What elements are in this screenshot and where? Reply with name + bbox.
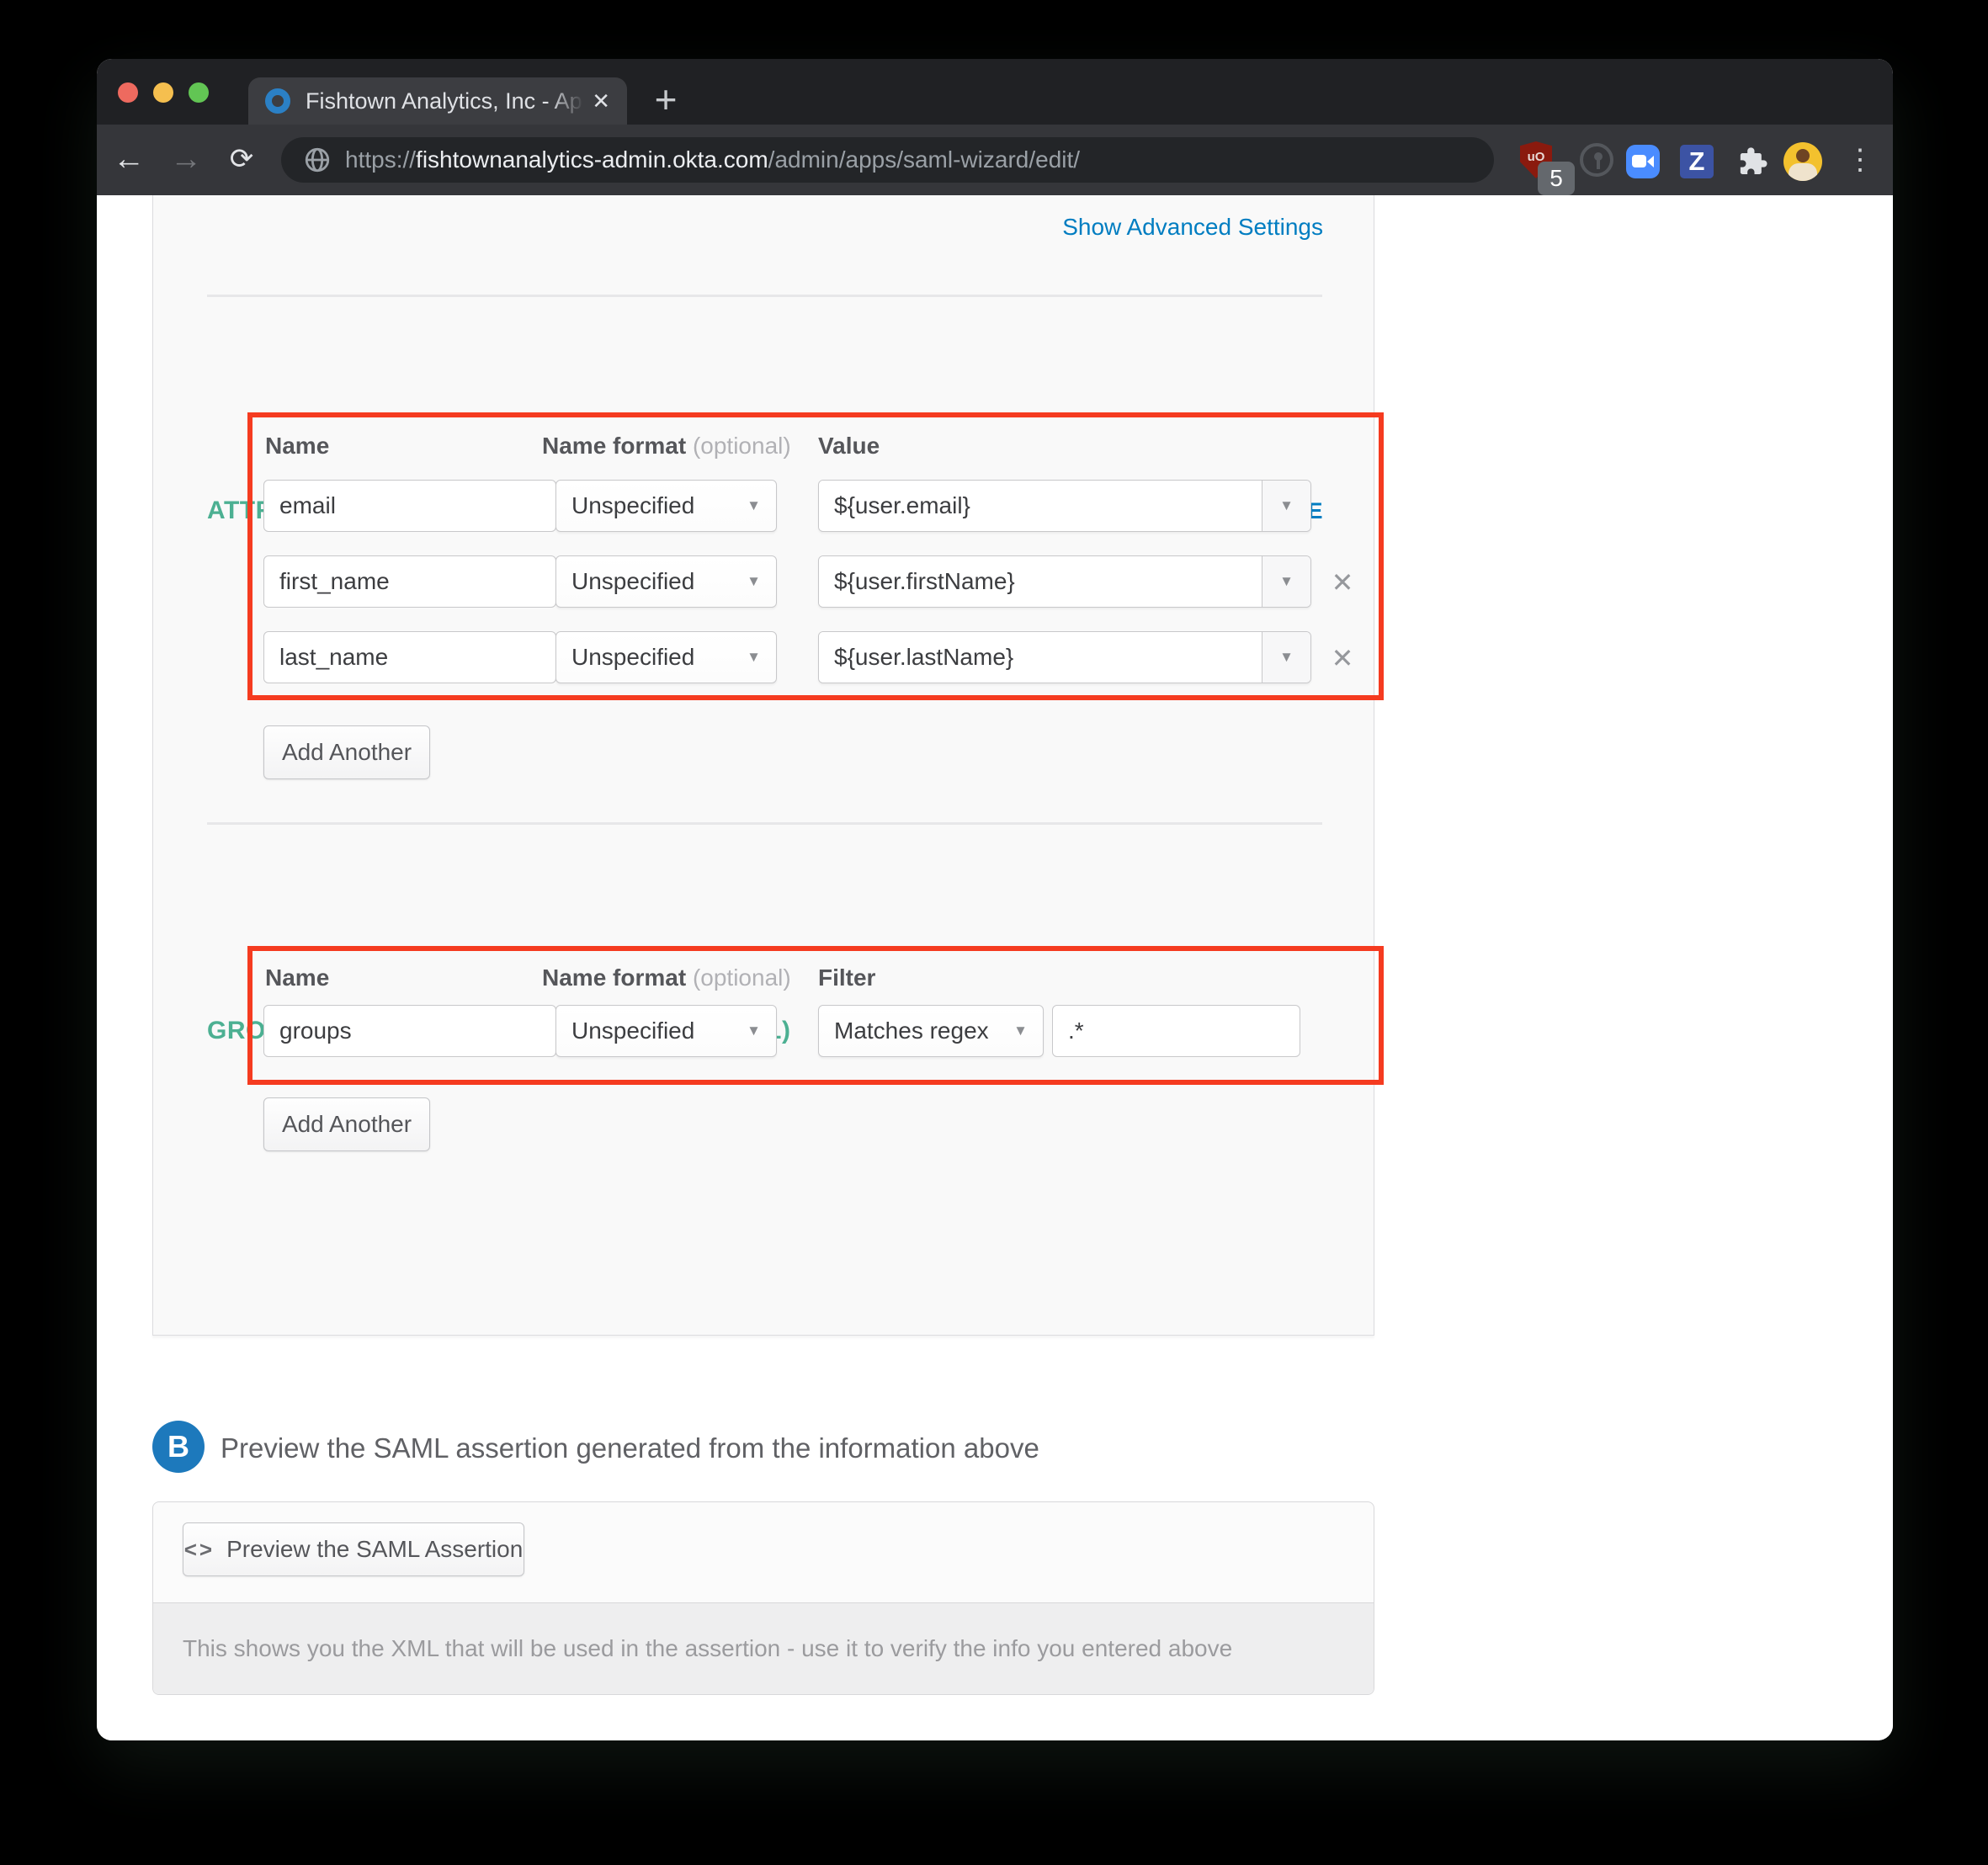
reload-icon[interactable]: ⟳ xyxy=(220,138,263,182)
browser-tab[interactable]: Fishtown Analytics, Inc - Applic ✕ xyxy=(248,77,627,125)
chevron-down-icon: ▼ xyxy=(747,573,761,590)
group-name-input[interactable] xyxy=(263,1005,556,1057)
browser-window: Fishtown Analytics, Inc - Applic ✕ + ← →… xyxy=(97,59,1893,1740)
step-b-badge: B xyxy=(152,1421,205,1473)
browser-toolbar: ← → ⟳ https://fishtownanalytics-admin.ok… xyxy=(97,125,1893,195)
remove-row-icon[interactable]: ✕ xyxy=(1326,566,1359,599)
chrome-menu-icon[interactable]: ⋮ xyxy=(1846,140,1871,180)
okta-saml-wizard-page: Show Advanced Settings ATTRIBUTE STATEME… xyxy=(97,195,1893,1740)
attr-format-select[interactable]: Unspecified▼ xyxy=(555,480,777,532)
attr-format-select[interactable]: Unspecified▼ xyxy=(555,631,777,683)
show-advanced-settings-link[interactable]: Show Advanced Settings xyxy=(1062,214,1323,241)
value-dropdown-button[interactable]: ▼ xyxy=(1262,481,1310,531)
forward-icon[interactable]: → xyxy=(164,138,208,182)
onepassword-extension-icon[interactable] xyxy=(1580,143,1613,177)
attr-col-name: Name xyxy=(265,433,329,460)
back-icon[interactable]: ← xyxy=(107,138,151,182)
chevron-down-icon: ▼ xyxy=(747,1023,761,1039)
preview-saml-assertion-button[interactable]: <> Preview the SAML Assertion xyxy=(183,1522,524,1576)
new-tab-button[interactable]: + xyxy=(642,77,689,125)
okta-favicon-icon xyxy=(265,88,290,114)
tab-strip: Fishtown Analytics, Inc - Applic ✕ + xyxy=(97,59,1893,125)
group-col-name: Name xyxy=(265,964,329,991)
chevron-down-icon: ▼ xyxy=(747,649,761,666)
add-another-button[interactable]: Add Another xyxy=(263,1097,430,1151)
zoom-extension-icon[interactable] xyxy=(1626,145,1660,178)
group-filter-type-select[interactable]: Matches regex▼ xyxy=(818,1005,1044,1057)
ublock-badge: 5 xyxy=(1538,162,1575,195)
attr-name-input[interactable] xyxy=(263,555,556,608)
attr-format-select[interactable]: Unspecified▼ xyxy=(555,555,777,608)
chevron-down-icon: ▼ xyxy=(747,497,761,514)
extensions-puzzle-icon[interactable] xyxy=(1736,145,1769,178)
group-col-filter: Filter xyxy=(818,964,875,991)
value-dropdown-button[interactable]: ▼ xyxy=(1262,632,1310,683)
divider xyxy=(207,822,1322,825)
address-bar[interactable]: https://fishtownanalytics-admin.okta.com… xyxy=(281,137,1494,183)
profile-avatar[interactable] xyxy=(1783,142,1822,181)
z-extension-icon[interactable]: Z xyxy=(1680,145,1714,178)
url-host: fishtownanalytics-admin.okta.com xyxy=(416,146,768,173)
group-filter-value-input[interactable] xyxy=(1052,1005,1300,1057)
remove-row-icon[interactable]: ✕ xyxy=(1326,641,1359,675)
screenshot-stage: Fishtown Analytics, Inc - Applic ✕ + ← →… xyxy=(0,0,1988,1865)
minimize-window-button[interactable] xyxy=(153,82,173,103)
globe-icon xyxy=(303,146,332,174)
group-col-format: Name format (optional) xyxy=(542,964,791,991)
close-window-button[interactable] xyxy=(118,82,138,103)
url-path: /admin/apps/saml-wizard/edit/ xyxy=(768,146,1080,173)
code-brackets-icon: <> xyxy=(184,1537,215,1563)
tab-title: Fishtown Analytics, Inc - Applic xyxy=(306,88,583,114)
tab-close-icon[interactable]: ✕ xyxy=(592,88,610,114)
saml-settings-panel: Show Advanced Settings ATTRIBUTE STATEME… xyxy=(152,195,1374,1336)
group-format-select[interactable]: Unspecified▼ xyxy=(555,1005,777,1057)
attr-col-value: Value xyxy=(818,433,880,460)
divider xyxy=(207,295,1322,297)
chevron-down-icon: ▼ xyxy=(1013,1023,1028,1039)
zoom-window-button[interactable] xyxy=(189,82,209,103)
attr-value-combo[interactable]: ${user.lastName} ▼ xyxy=(818,631,1311,683)
url-scheme: https:// xyxy=(345,146,416,173)
step-b-heading: Preview the SAML assertion generated fro… xyxy=(221,1432,1039,1464)
attr-name-input[interactable] xyxy=(263,480,556,532)
add-another-button[interactable]: Add Another xyxy=(263,725,430,779)
preview-note-area: This shows you the XML that will be used… xyxy=(153,1602,1374,1694)
preview-note-text: This shows you the XML that will be used… xyxy=(183,1635,1232,1662)
preview-assertion-panel: <> Preview the SAML Assertion This shows… xyxy=(152,1501,1374,1695)
url-text: https://fishtownanalytics-admin.okta.com… xyxy=(345,146,1080,173)
attr-col-format: Name format (optional) xyxy=(542,433,791,460)
value-dropdown-button[interactable]: ▼ xyxy=(1262,556,1310,607)
attr-value-combo[interactable]: ${user.firstName} ▼ xyxy=(818,555,1311,608)
attr-name-input[interactable] xyxy=(263,631,556,683)
attr-value-combo[interactable]: ${user.email} ▼ xyxy=(818,480,1311,532)
